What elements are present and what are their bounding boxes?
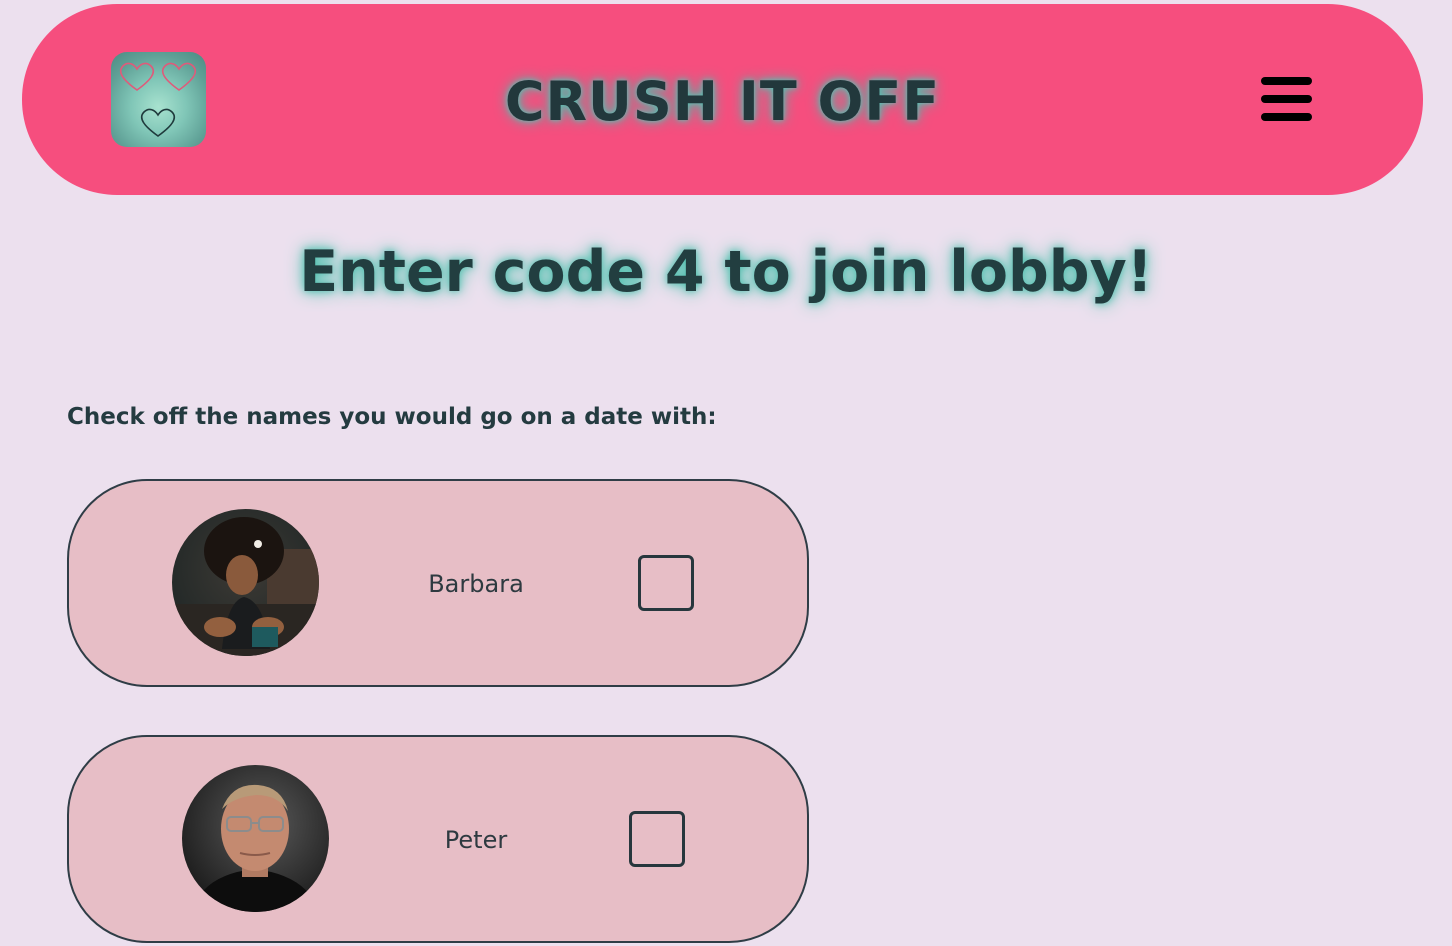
date-checkbox[interactable] (638, 555, 694, 611)
hamburger-menu-icon[interactable] (1261, 77, 1312, 121)
avatar (172, 509, 319, 656)
person-card: Peter (67, 735, 809, 943)
avatar (182, 765, 329, 912)
person-name: Barbara (428, 570, 524, 598)
lobby-code-heading: Enter code 4 to join lobby! (299, 239, 1153, 305)
person-card: Barbara (67, 479, 809, 687)
instructions-text: Check off the names you would go on a da… (67, 404, 717, 430)
app-title: CRUSH IT OFF (504, 70, 941, 133)
person-name: Peter (444, 826, 508, 854)
app-header: CRUSH IT OFF (22, 4, 1423, 195)
date-checkbox[interactable] (629, 811, 685, 867)
